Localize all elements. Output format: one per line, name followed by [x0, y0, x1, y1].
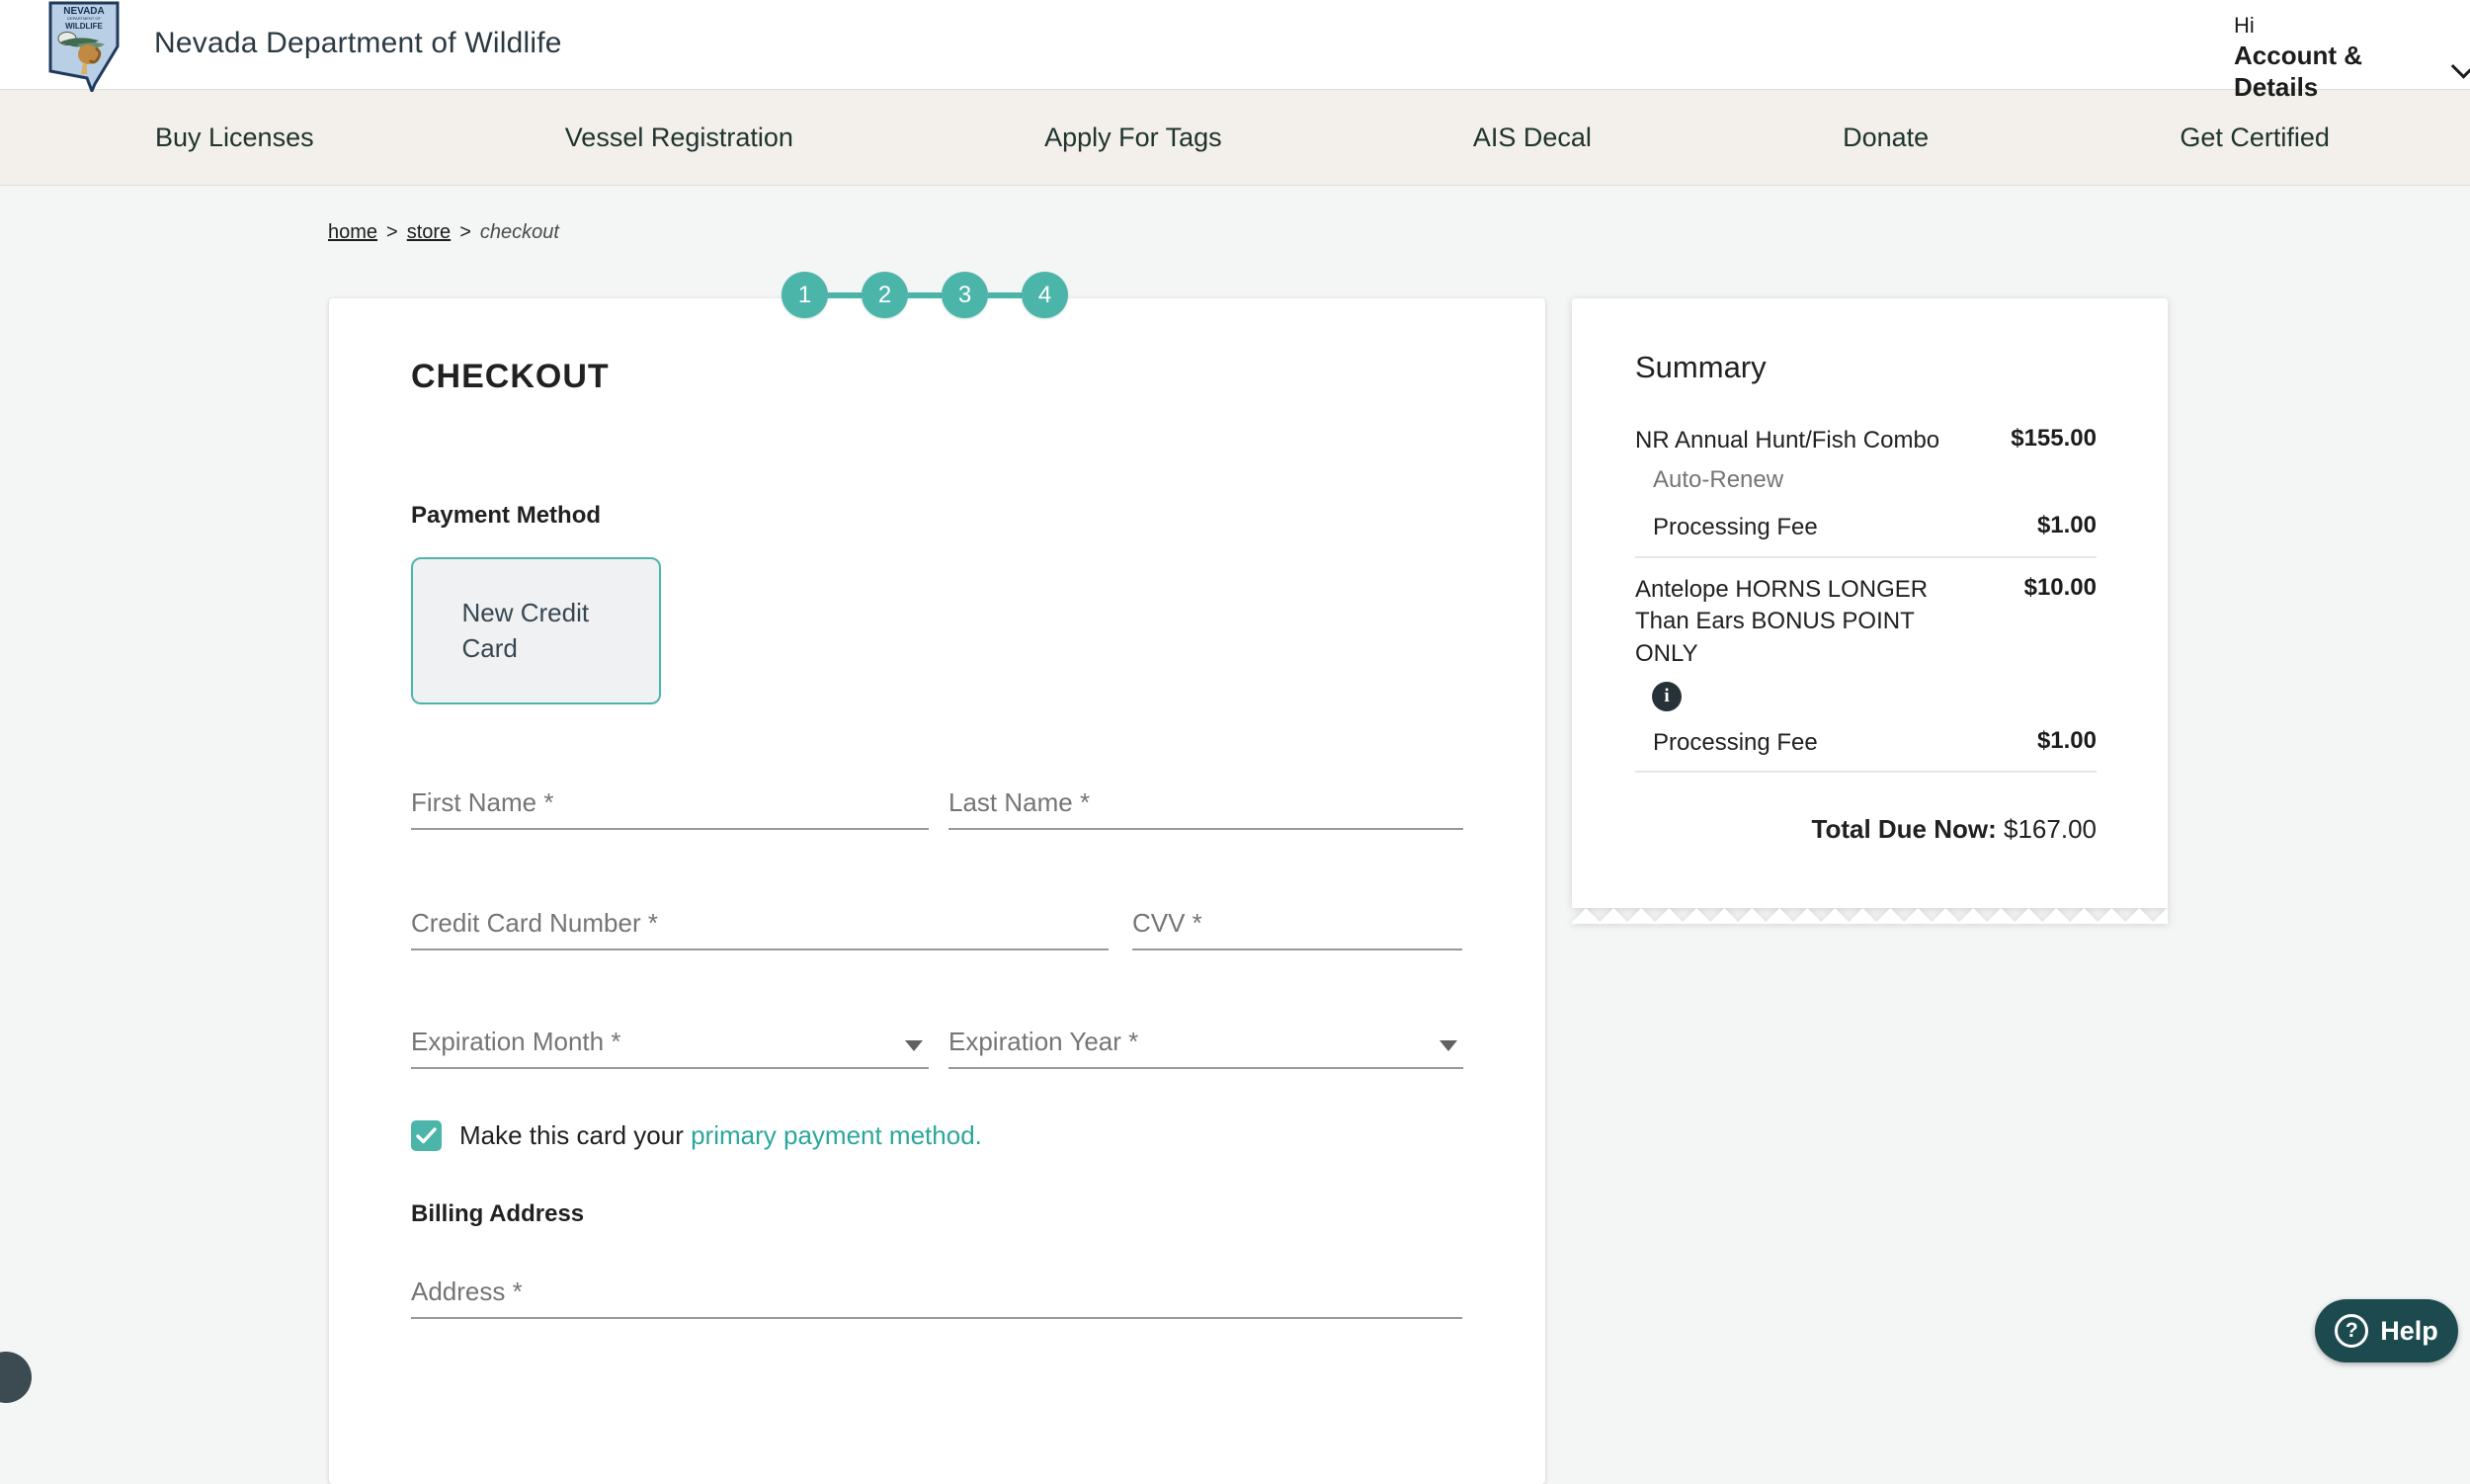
step-4[interactable]: 4: [1022, 272, 1068, 318]
item-name: NR Annual Hunt/Fish Combo: [1635, 425, 1939, 456]
breadcrumb: home > store > checkout: [328, 221, 559, 244]
expiration-month-select[interactable]: Expiration Month *: [411, 1024, 929, 1069]
item-name: Processing Fee: [1653, 512, 1818, 543]
total-due-value: $167.00: [2004, 814, 2097, 844]
billing-address-heading: Billing Address: [411, 1200, 584, 1228]
chevron-down-icon: [2451, 52, 2470, 78]
dropdown-caret-icon: [905, 1040, 923, 1051]
item-name: Antelope HORNS LONGER Than Ears BONUS PO…: [1635, 574, 1976, 670]
step-connector: [828, 292, 862, 298]
header: NEVADA DEPARTMENT OF WILDLIFE Nevada Dep…: [0, 0, 2470, 90]
total-due-row: Total Due Now: $167.00: [1635, 814, 2097, 845]
logo-text-wildlife: WILDLIFE: [65, 22, 103, 31]
credit-card-number-input[interactable]: [411, 908, 1109, 948]
help-label: Help: [2380, 1316, 2438, 1347]
info-icon[interactable]: i: [1652, 682, 1682, 711]
nav-donate[interactable]: Donate: [1843, 123, 1929, 153]
summary-title: Summary: [1635, 298, 2097, 385]
step-3[interactable]: 3: [942, 272, 988, 318]
first-name-input[interactable]: [411, 787, 929, 828]
nav-ais-decal[interactable]: AIS Decal: [1473, 123, 1592, 153]
dropdown-caret-icon: [1440, 1040, 1457, 1051]
credit-card-number-field[interactable]: [411, 905, 1109, 950]
summary-card: Summary NR Annual Hunt/Fish Combo $155.0…: [1572, 298, 2168, 924]
nav-get-certified[interactable]: Get Certified: [2180, 123, 2330, 153]
checkbox-label: Make this card your: [459, 1120, 691, 1150]
summary-line-item: Processing Fee $1.00: [1635, 727, 2097, 759]
account-label: Account & Details: [2234, 40, 2438, 104]
step-connector: [908, 292, 942, 298]
breadcrumb-separator: >: [386, 221, 398, 244]
nav-vessel-registration[interactable]: Vessel Registration: [565, 123, 793, 153]
expiration-year-label: Expiration Year *: [948, 1027, 1138, 1067]
logo-text-dept: DEPARTMENT OF: [67, 16, 101, 21]
check-icon: [416, 1127, 437, 1144]
address-field[interactable]: [411, 1274, 1462, 1319]
nevada-wildlife-logo[interactable]: NEVADA DEPARTMENT OF WILDLIFE: [47, 1, 121, 90]
breadcrumb-home[interactable]: home: [328, 221, 377, 244]
breadcrumb-current: checkout: [480, 221, 559, 244]
last-name-input[interactable]: [948, 787, 1463, 828]
receipt-zigzag-edge: [1572, 908, 2168, 924]
first-name-field[interactable]: [411, 784, 929, 830]
question-mark-icon: ?: [2335, 1314, 2368, 1348]
expiration-month-label: Expiration Month *: [411, 1027, 620, 1067]
divider: [1635, 771, 2097, 773]
item-name: Processing Fee: [1653, 727, 1818, 759]
payment-option-label: New Credit Card: [462, 596, 611, 665]
nevada-state-icon: NEVADA DEPARTMENT OF WILDLIFE: [47, 1, 121, 92]
primary-payment-checkbox[interactable]: [411, 1120, 442, 1151]
item-note-auto-renew: Auto-Renew: [1635, 466, 2097, 494]
total-due-label: Total Due Now:: [1812, 814, 1997, 844]
breadcrumb-separator: >: [459, 221, 471, 244]
checkout-steps: 1 2 3 4: [782, 272, 1068, 318]
last-name-field[interactable]: [948, 784, 1463, 830]
item-price: $10.00: [2024, 574, 2097, 602]
payment-method-heading: Payment Method: [411, 502, 601, 530]
help-button[interactable]: ? Help: [2315, 1299, 2458, 1362]
account-menu[interactable]: Hi Account & Details: [2234, 12, 2470, 104]
primary-payment-row: Make this card your primary payment meth…: [411, 1120, 982, 1151]
primary-payment-method-link[interactable]: primary payment method.: [691, 1120, 982, 1150]
expiration-year-select[interactable]: Expiration Year *: [948, 1024, 1463, 1069]
main-nav: Buy Licenses Vessel Registration Apply F…: [0, 90, 2470, 186]
item-price: $1.00: [2037, 512, 2097, 539]
payment-option-new-credit-card[interactable]: New Credit Card: [411, 557, 661, 704]
step-connector: [988, 292, 1022, 298]
nav-buy-licenses[interactable]: Buy Licenses: [155, 123, 314, 153]
site-title: Nevada Department of Wildlife: [154, 27, 562, 60]
divider: [1635, 556, 2097, 558]
breadcrumb-store[interactable]: store: [407, 221, 451, 244]
item-price: $155.00: [2011, 425, 2097, 453]
summary-line-item: NR Annual Hunt/Fish Combo $155.00: [1635, 425, 2097, 456]
item-price: $1.00: [2037, 727, 2097, 755]
address-input[interactable]: [411, 1277, 1462, 1317]
step-2[interactable]: 2: [862, 272, 908, 318]
greeting-text: Hi: [2234, 12, 2470, 40]
nav-apply-for-tags[interactable]: Apply For Tags: [1044, 123, 1222, 153]
cvv-field[interactable]: [1132, 905, 1462, 950]
checkout-card: CHECKOUT Payment Method New Credit Card …: [329, 298, 1545, 1484]
summary-line-item: Processing Fee $1.00: [1635, 512, 2097, 543]
summary-line-item: Antelope HORNS LONGER Than Ears BONUS PO…: [1635, 574, 2097, 670]
page-title: CHECKOUT: [411, 358, 610, 396]
corner-widget-icon[interactable]: [0, 1352, 32, 1403]
cvv-input[interactable]: [1132, 908, 1462, 948]
step-1[interactable]: 1: [782, 272, 828, 318]
